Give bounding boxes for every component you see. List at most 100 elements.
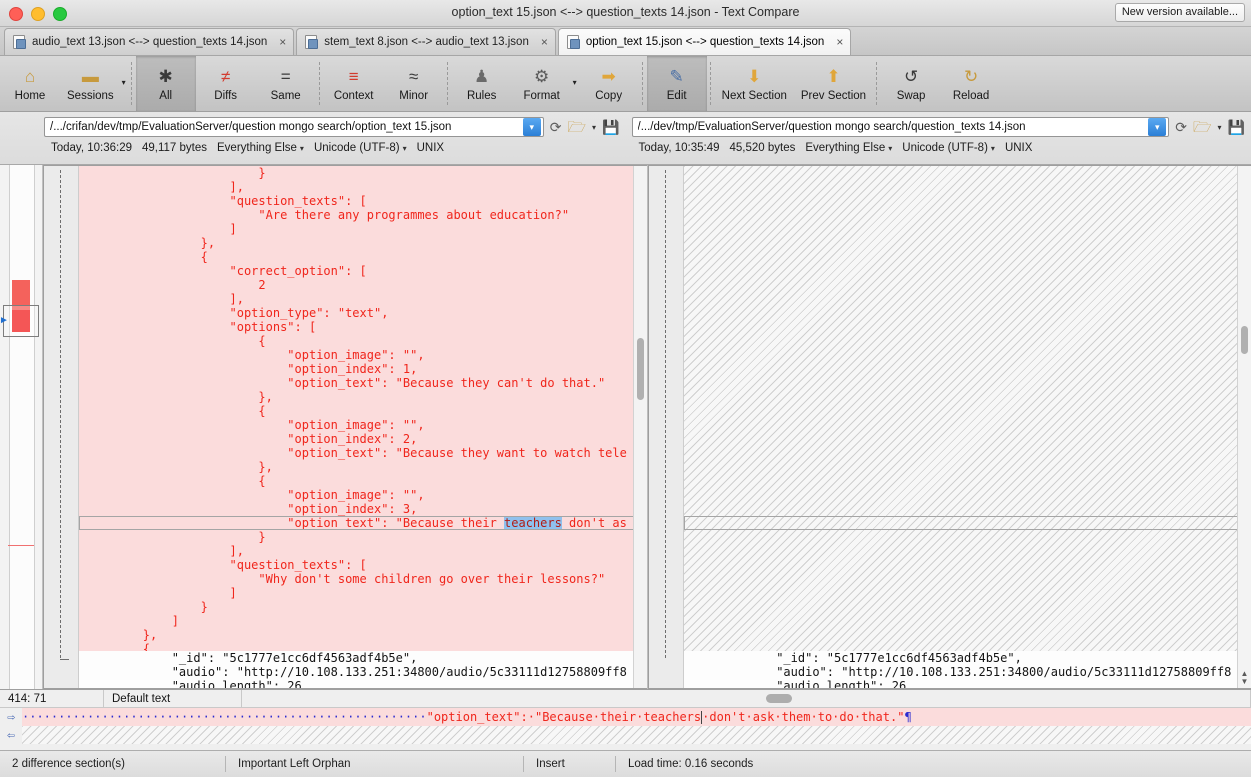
left-code-line[interactable]: "Are there any programmes about educatio… bbox=[79, 208, 647, 222]
right-path-input[interactable]: /.../dev/tmp/EvaluationServer/question m… bbox=[631, 117, 1170, 137]
right-vertical-scrollbar[interactable]: ▲ ▼ bbox=[1237, 166, 1251, 688]
left-folder-open-icon[interactable]: 🗁 bbox=[567, 120, 586, 135]
right-cursor-line[interactable] bbox=[683, 516, 1251, 530]
right-folder-open-icon[interactable]: 🗁 bbox=[1193, 120, 1212, 135]
left-rules-select[interactable]: Everything Else ▾ bbox=[217, 142, 304, 154]
left-path-input[interactable]: /.../crifan/dev/tmp/EvaluationServer/que… bbox=[44, 117, 544, 137]
toolbar-button-sessions[interactable]: ▬ Sessions ▾ bbox=[60, 56, 128, 111]
tab-close-icon[interactable]: × bbox=[279, 36, 286, 48]
left-code-line[interactable]: "option_index": 1, bbox=[79, 362, 647, 376]
left-vertical-scrollbar[interactable] bbox=[632, 166, 647, 688]
tab-1[interactable]: stem_text 8.json <--> audio_text 13.json… bbox=[296, 28, 556, 55]
left-code-line[interactable]: { bbox=[79, 474, 647, 488]
left-code-line[interactable]: }, bbox=[79, 628, 647, 642]
left-diff-block[interactable]: } ], "question_texts": [ "Are there any … bbox=[79, 166, 647, 656]
left-scrollbar-thumb[interactable] bbox=[636, 338, 644, 400]
right-save-icon[interactable]: 💾 bbox=[1228, 120, 1245, 134]
left-code-area[interactable]: } ], "question_texts": [ "Are there any … bbox=[79, 166, 647, 688]
left-code-line[interactable]: "question_texts": [ bbox=[79, 194, 647, 208]
toolbar-button-reload[interactable]: ↻ Reload bbox=[941, 56, 1001, 111]
toolbar-button-prev-section[interactable]: ⬆ Prev Section bbox=[794, 56, 873, 111]
left-code-line[interactable]: 2 bbox=[79, 278, 647, 292]
right-folder-dropdown-icon[interactable]: ▾ bbox=[1218, 123, 1222, 132]
left-refresh-icon[interactable]: ⟳ bbox=[550, 120, 562, 134]
left-code-line[interactable]: }, bbox=[79, 460, 647, 474]
left-code-line[interactable]: { bbox=[79, 404, 647, 418]
left-code-line[interactable]: ] bbox=[79, 222, 647, 236]
toolbar-button-next-section[interactable]: ⬇ Next Section bbox=[715, 56, 794, 111]
toolbar-button-rules[interactable]: ♟ Rules bbox=[452, 56, 512, 111]
editor-right-line-content[interactable] bbox=[22, 726, 1251, 744]
left-code-line[interactable]: ] bbox=[79, 614, 647, 628]
left-code-line[interactable]: "option_image": "", bbox=[79, 418, 647, 432]
left-code-line[interactable]: "correct_option": [ bbox=[79, 264, 647, 278]
toolbar-button-all[interactable]: ✱ All bbox=[135, 56, 196, 111]
left-code-line[interactable]: } bbox=[79, 600, 647, 614]
right-encoding-select[interactable]: Unicode (UTF-8) ▾ bbox=[902, 142, 995, 154]
left-code-line[interactable]: "option_text": "Because they want to wat… bbox=[79, 446, 647, 460]
tab-2[interactable]: option_text 15.json <--> question_texts … bbox=[557, 28, 852, 55]
right-normal-block[interactable]: "_id": "5c1777e1cc6df4563adf4b5e", "audi… bbox=[683, 651, 1251, 688]
right-code-line[interactable]: "_id": "5c1777e1cc6df4563adf4b5e", bbox=[684, 651, 1251, 665]
right-scrollbar-end-caps[interactable]: ▲ ▼ bbox=[1239, 670, 1250, 686]
editor-left-line-content[interactable]: ···························· ············… bbox=[22, 708, 1251, 726]
copy-to-right-arrow-icon[interactable]: ⇨ bbox=[0, 711, 22, 724]
toolbar-button-swap[interactable]: ↺ Swap bbox=[881, 56, 941, 111]
left-code-line[interactable]: "question_texts": [ bbox=[79, 558, 647, 572]
right-code-line[interactable]: "audio_length": 26 bbox=[684, 679, 1251, 688]
left-encoding-select[interactable]: Unicode (UTF-8) ▾ bbox=[314, 142, 407, 154]
left-code-line[interactable]: "audio_length": 26 bbox=[79, 679, 647, 688]
editor-right-line[interactable]: ⇦ bbox=[0, 726, 1251, 744]
left-code-line[interactable]: ] bbox=[79, 586, 647, 600]
left-normal-block[interactable]: "_id": "5c1777e1cc6df4563adf4b5e", "audi… bbox=[79, 651, 647, 688]
left-code-line[interactable]: "option_index": 2, bbox=[79, 432, 647, 446]
editor-left-line[interactable]: ⇨ ···························· ··········… bbox=[0, 708, 1251, 726]
left-code-line[interactable]: "option_type": "text", bbox=[79, 306, 647, 320]
left-code-line[interactable]: "Why don't some children go over their l… bbox=[79, 572, 647, 586]
chevron-down-icon[interactable]: ▾ bbox=[122, 78, 126, 87]
right-scrollbar-thumb[interactable] bbox=[1241, 326, 1248, 354]
selected-word[interactable]: teachers bbox=[504, 516, 562, 530]
left-folder-dropdown-icon[interactable]: ▾ bbox=[592, 123, 596, 132]
toolbar-button-minor[interactable]: ≈ Minor bbox=[384, 56, 444, 111]
right-path-dropdown-icon[interactable]: ▾ bbox=[1148, 118, 1167, 136]
left-code-line[interactable]: "options": [ bbox=[79, 320, 647, 334]
toolbar-button-format[interactable]: ⚙ Format ▾ bbox=[512, 56, 579, 111]
toolbar-button-copy[interactable]: ➡ Copy bbox=[579, 56, 639, 111]
left-code-line[interactable]: "option_image": "", bbox=[79, 348, 647, 362]
toolbar-button-home[interactable]: ⌂ Home bbox=[0, 56, 60, 111]
left-code-line[interactable]: "option_image": "", bbox=[79, 488, 647, 502]
left-code-line[interactable]: ], bbox=[79, 180, 647, 194]
left-save-icon[interactable]: 💾 bbox=[602, 120, 619, 134]
right-rules-select[interactable]: Everything Else ▾ bbox=[805, 142, 892, 154]
toolbar-button-context[interactable]: ≡ Context bbox=[324, 56, 384, 111]
left-code-line[interactable]: "_id": "5c1777e1cc6df4563adf4b5e", bbox=[79, 651, 647, 665]
chevron-down-icon[interactable]: ▾ bbox=[573, 78, 577, 87]
left-code-line[interactable]: } bbox=[79, 166, 647, 180]
toolbar-button-same[interactable]: = Same bbox=[256, 56, 316, 111]
tab-0[interactable]: audio_text 13.json <--> question_texts 1… bbox=[4, 28, 295, 55]
difference-overview-map[interactable]: ► bbox=[0, 165, 43, 689]
left-code-line[interactable]: "option_index": 3, bbox=[79, 502, 647, 516]
copy-to-left-arrow-icon[interactable]: ⇦ bbox=[0, 729, 22, 742]
left-path-dropdown-icon[interactable]: ▾ bbox=[522, 118, 541, 136]
toolbar-button-edit[interactable]: ✎ Edit bbox=[646, 56, 707, 111]
left-code-line[interactable]: }, bbox=[79, 236, 647, 250]
left-code-line[interactable]: ], bbox=[79, 292, 647, 306]
left-code-line[interactable]: { bbox=[79, 250, 647, 264]
tab-close-icon[interactable]: × bbox=[836, 36, 843, 48]
left-code-line[interactable]: "option_text": "Because they can't do th… bbox=[79, 376, 647, 390]
left-code-line[interactable]: ], bbox=[79, 544, 647, 558]
right-refresh-icon[interactable]: ⟳ bbox=[1175, 120, 1187, 134]
right-code-line[interactable]: "audio": "http://10.108.133.251:34800/au… bbox=[684, 665, 1251, 679]
editor-horizontal-scroll-thumb[interactable] bbox=[766, 694, 793, 703]
left-cursor-line[interactable]: "option_text": "Because their teachers d… bbox=[79, 516, 647, 530]
tab-close-icon[interactable]: × bbox=[541, 36, 548, 48]
left-code-line[interactable]: }, bbox=[79, 390, 647, 404]
new-version-button[interactable]: New version available... bbox=[1114, 3, 1245, 22]
left-code-line[interactable]: } bbox=[79, 530, 647, 544]
toolbar-button-diffs[interactable]: ≠ Diffs bbox=[196, 56, 256, 111]
left-code-line[interactable]: { bbox=[79, 334, 647, 348]
right-code-area[interactable]: "_id": "5c1777e1cc6df4563adf4b5e", "audi… bbox=[683, 166, 1251, 688]
left-code-line[interactable]: "audio": "http://10.108.133.251:34800/au… bbox=[79, 665, 647, 679]
